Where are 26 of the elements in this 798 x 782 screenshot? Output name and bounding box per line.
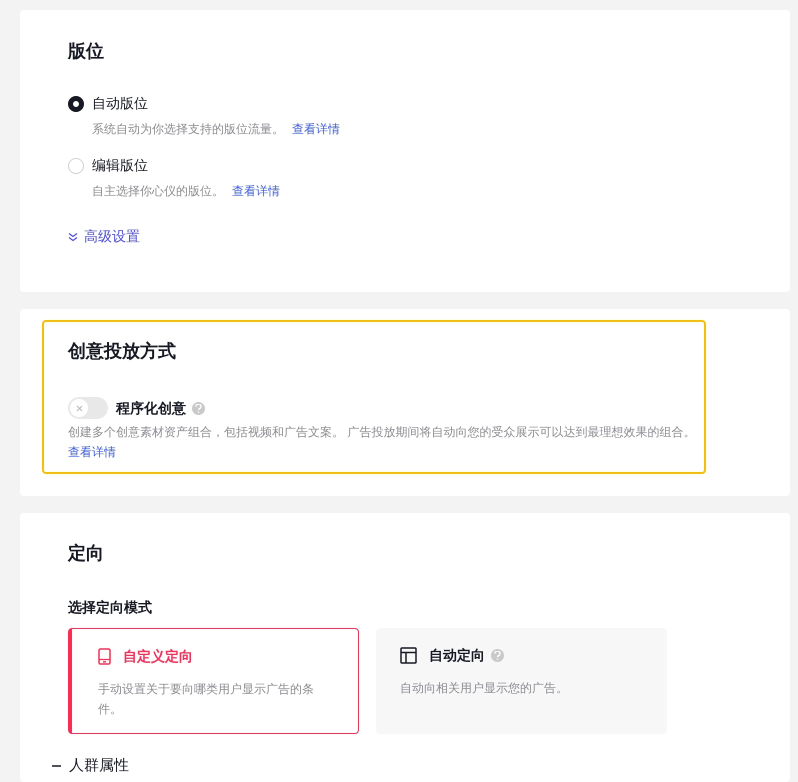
double-chevron-down-icon [68, 232, 78, 242]
option-description: 自主选择你心仪的版位。 [92, 183, 224, 200]
field-label: 选择定向模式 [68, 598, 153, 617]
mode-description: 自动向相关用户显示您的广告。 [400, 680, 569, 697]
layout-icon [400, 647, 417, 664]
details-link[interactable]: 查看详情 [68, 443, 116, 461]
radio-option[interactable]: 编辑版位 [68, 155, 148, 176]
advanced-settings-link[interactable]: 高级设置 [68, 226, 140, 247]
section-title: 定向 [68, 542, 105, 565]
section-title: 版位 [68, 40, 105, 63]
mode-description: 手动设置关于要向哪类用户显示广告的条件。 [98, 681, 315, 718]
details-link[interactable]: 查看详情 [292, 120, 340, 138]
minus-icon [52, 764, 61, 766]
option-description: 系统自动为你选择支持的版位流量。 [92, 121, 284, 138]
targeting-mode-card[interactable]: 自定义定向 手动设置关于要向哪类用户显示广告的条件。 [68, 628, 359, 734]
details-link[interactable]: 查看详情 [232, 182, 280, 200]
radio-option[interactable]: 自动版位 [68, 93, 148, 114]
close-icon [76, 404, 82, 412]
help-icon [192, 402, 205, 414]
toggle-label: 程序化创意 [116, 398, 186, 418]
toggle-switch[interactable] [68, 397, 108, 419]
targeting-mode-card[interactable]: 自动定向 自动向相关用户显示您的广告。 [376, 628, 667, 734]
description-text: 创建多个创意素材资产组合，包括视频和广告文案。 广告投放期间将自动向您的受众展示可以达到最理想效果的组合。 [68, 424, 696, 441]
tablet-icon [98, 648, 111, 665]
subsection-title: 人群属性 [69, 758, 129, 773]
section-title: 创意投放方式 [68, 340, 177, 363]
